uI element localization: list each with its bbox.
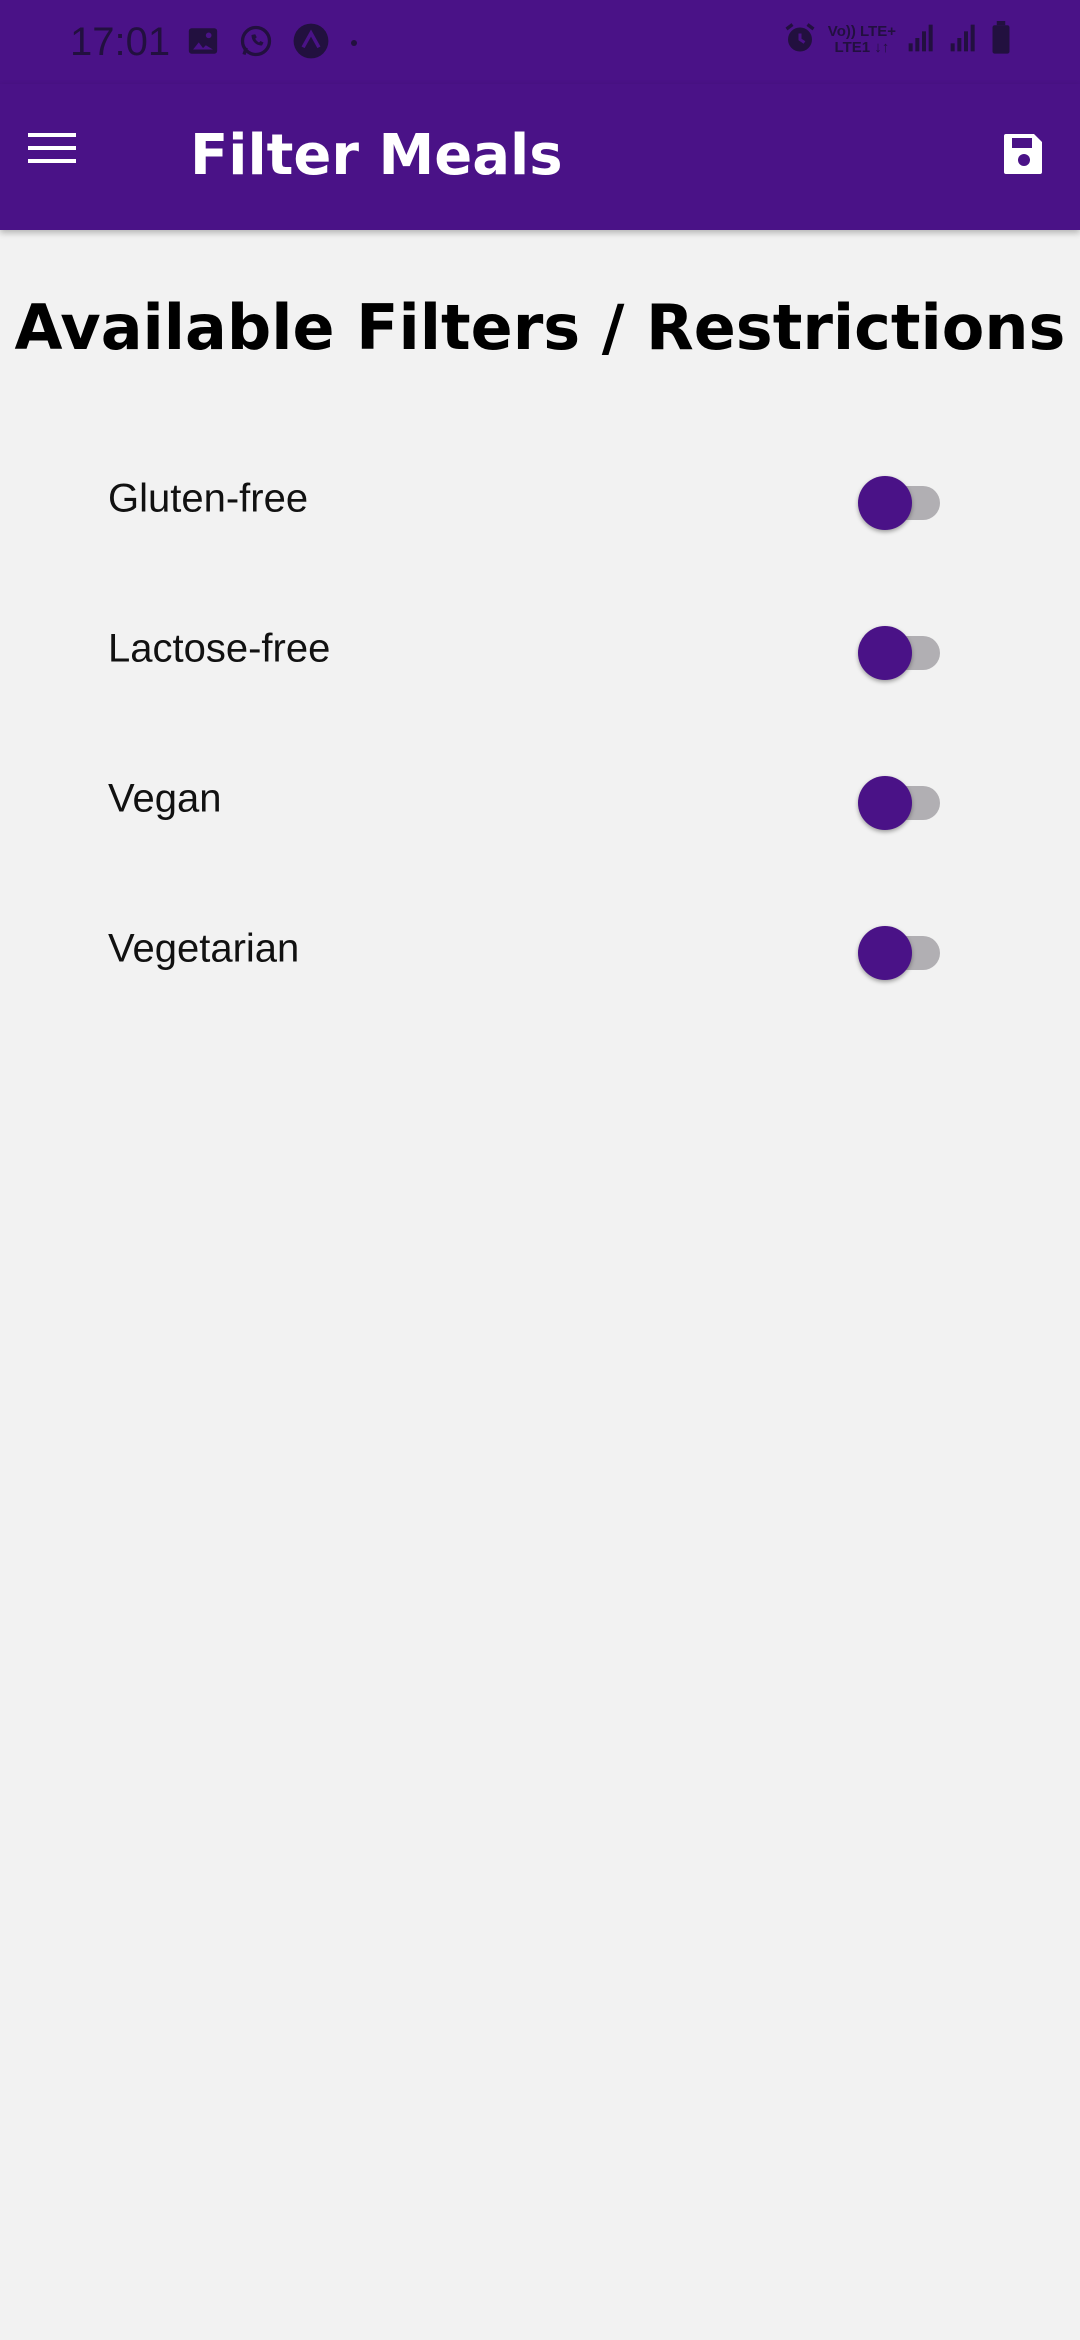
save-icon [1000,130,1048,182]
whatsapp-icon [238,23,274,63]
filter-row-vegan: Vegan [0,724,1080,874]
switch-thumb [858,926,912,980]
filter-row-gluten-free: Gluten-free [0,424,1080,574]
menu-button[interactable] [22,120,82,180]
page-heading: Available Filters / Restrictions [14,291,1066,364]
filter-label: Gluten-free [108,476,309,521]
signal-icon [948,22,980,58]
filter-row-vegetarian: Vegetarian [0,874,1080,1024]
network-line-1: Vo)) LTE+ [827,23,896,40]
vegan-switch[interactable] [858,771,944,830]
alarm-icon [782,20,818,60]
status-bar: 17:01 Vo)) LTE+ LTE1 ↓↑ [0,0,1080,84]
status-left-icons [186,22,360,64]
expo-icon [292,22,330,64]
app-title: Filter Meals [190,123,563,188]
save-button[interactable] [994,126,1054,186]
switch-thumb [858,476,912,530]
status-right-icons: Vo)) LTE+ LTE1 ↓↑ [782,20,1012,60]
filter-row-lactose-free: Lactose-free [0,574,1080,724]
network-line-2: LTE1 ↓↑ [834,39,890,56]
gluten-free-switch[interactable] [858,471,944,530]
status-time: 17:01 [70,20,171,64]
battery-icon [990,21,1012,59]
hamburger-menu-icon [28,132,76,168]
network-indicator: Vo)) LTE+ LTE1 ↓↑ [828,24,896,56]
vegetarian-switch[interactable] [858,921,944,980]
filter-label: Vegetarian [108,926,300,971]
app-bar: Filter Meals [0,84,1080,230]
lactose-free-switch[interactable] [858,621,944,680]
switch-thumb [858,776,912,830]
signal-icon [906,22,938,58]
filter-label: Vegan [108,776,222,821]
notification-dot-icon [348,34,360,53]
gallery-icon [186,24,220,62]
filter-label: Lactose-free [108,626,331,671]
switch-thumb [858,626,912,680]
filter-list: Gluten-free Lactose-free Vegan Vegetaria… [0,424,1080,1024]
